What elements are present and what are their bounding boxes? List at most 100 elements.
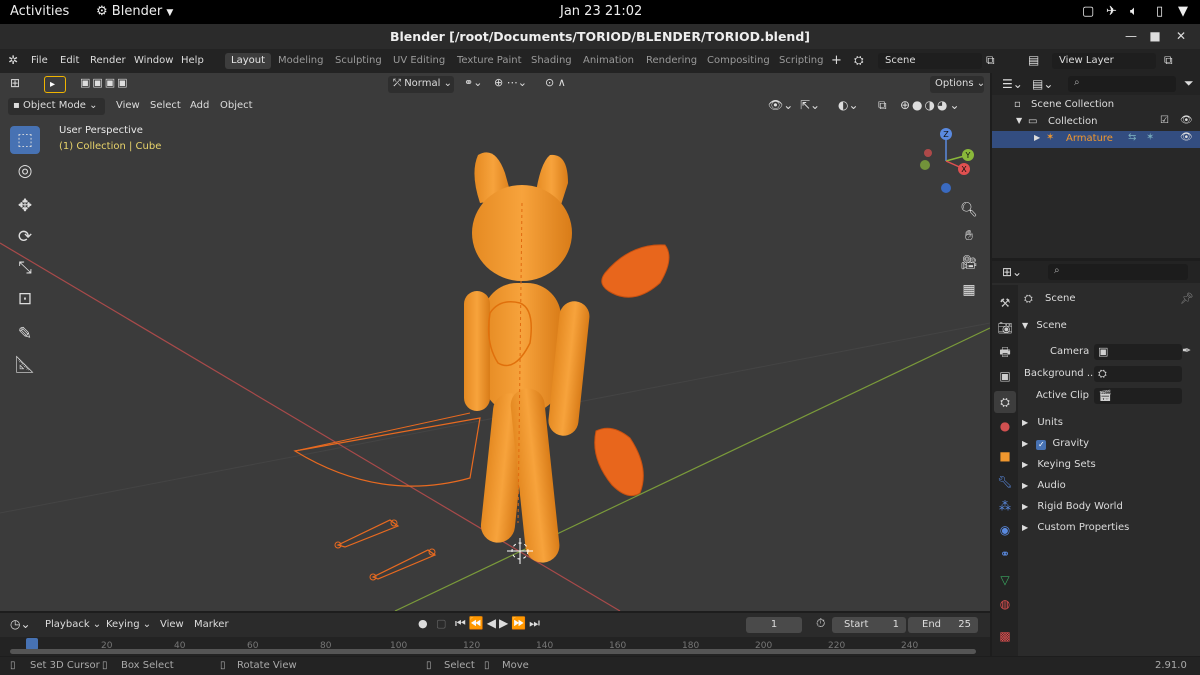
physics-tab-icon[interactable]: ◉ [994,519,1016,541]
annotate-tool[interactable]: ✎ [10,320,40,348]
eye-icon[interactable]: 👁︎ [1180,132,1193,143]
add-workspace-icon[interactable]: + [831,53,842,68]
menu-select[interactable]: Select [150,100,181,111]
select-box-tool[interactable]: ⬚ [10,126,40,154]
current-frame-field[interactable]: 1 [746,617,802,633]
copy-scene-icon[interactable]: ⧉ [986,53,995,68]
scene-tab-icon[interactable]: ⛭ [994,391,1016,413]
particles-tab-icon[interactable]: ⁂ [994,495,1016,517]
expand-arrow-icon[interactable]: ▶ [1034,133,1040,142]
properties-search-input[interactable]: ⌕ [1048,264,1188,280]
texture-tab-icon[interactable]: ▩ [994,625,1016,647]
tab-layout[interactable]: Layout [225,53,271,69]
mode-dropdown[interactable]: ▪ Object Mode ⌄ [8,98,105,115]
modifier-tab-icon[interactable]: 🔧︎ [994,471,1016,493]
record-icon[interactable]: ● [418,617,428,630]
view-layer-tab-icon[interactable]: ▣ [994,365,1016,387]
active-clip-field[interactable]: 🎬︎ [1094,388,1182,404]
close-button[interactable]: ✕ [1174,29,1188,43]
background-field[interactable]: ⛭ [1094,366,1182,382]
options-dropdown[interactable]: Options ⌄ [930,76,985,93]
constraints-tab-icon[interactable]: ⚭ [994,543,1016,565]
playback-controls[interactable]: ⏮⏪◀▶⏩⏭ [455,616,543,631]
select-mode-icon[interactable]: ▸ [44,76,66,93]
view-layer-icon[interactable]: ▤ [1028,53,1039,67]
tab-modeling[interactable]: Modeling [272,53,330,69]
checkbox-icon[interactable]: ☑ [1160,115,1169,126]
menu-marker[interactable]: Marker [194,619,229,630]
tree-scene-collection[interactable]: ▫ Scene Collection [992,97,1200,114]
timeline-scrollbar[interactable] [10,649,976,654]
camera-field[interactable]: ▣ [1094,344,1182,360]
render-tab-icon[interactable]: 📷︎ [994,317,1016,339]
copy-view-layer-icon[interactable]: ⧉ [1164,53,1173,68]
menu-view[interactable]: View [116,100,140,111]
tree-collection[interactable]: ▼ ▭ Collection ☑ 👁︎ [992,114,1200,131]
activities-button[interactable]: Activities [10,4,69,19]
start-frame-field[interactable]: Start 1 [832,617,906,633]
screen-icon[interactable]: ▢ [1082,4,1094,19]
3d-viewport[interactable]: ⊞ ▸ ▣▣▣▣ ⤱ Normal ⌄ ⚭⌄ ⊕ ⋯⌄ ⊙ ∧ Options … [0,73,990,611]
custom-properties-panel-header[interactable]: ▶ Custom Properties [1022,522,1129,533]
preview-range-icon[interactable]: ⏱ [816,616,825,631]
scene-icon[interactable]: ⛭ [854,53,864,68]
tool-tab-icon[interactable]: ⚒ [994,292,1016,314]
menu-add[interactable]: Add [190,100,209,111]
scale-tool[interactable]: ⤡ [10,254,40,282]
menu-object[interactable]: Object [220,100,253,111]
object-tab-icon[interactable]: ■ [994,445,1016,467]
shading-mode-icons[interactable]: ⊕●◑◕⌄ [900,98,962,112]
eyedropper-icon[interactable]: ✒ [1182,344,1191,357]
selection-mode-icons[interactable]: ▣▣▣▣ [80,76,130,89]
data-tab-icon[interactable]: ▽ [994,569,1016,591]
tab-scripting[interactable]: Scripting [773,53,829,69]
menu-help[interactable]: Help [181,55,204,66]
filter-icon[interactable]: ⏷ [1184,76,1194,91]
app-menu[interactable]: ⚙ Blender ▼ [96,4,173,19]
outliner-editor-icon[interactable]: ☰⌄ [1002,77,1023,91]
measure-tool[interactable]: 📐︎ [10,351,40,379]
maximize-button[interactable]: ■ [1148,29,1162,43]
volume-icon[interactable]: 🔈︎ [1130,4,1138,19]
battery-icon[interactable]: ▯ [1156,4,1163,19]
tab-animation[interactable]: Animation [577,53,640,69]
end-frame-field[interactable]: End 25 [908,617,978,633]
material-tab-icon[interactable]: ◍ [994,593,1016,615]
outliner-search-input[interactable]: ⌕ [1068,76,1176,92]
gravity-panel-header[interactable]: ▶ ✓ Gravity [1022,438,1089,450]
timeline-editor-icon[interactable]: ◷⌄ [10,617,31,631]
keying-sets-panel-header[interactable]: ▶ Keying Sets [1022,459,1096,470]
rotate-tool[interactable]: ⟳ [10,223,40,251]
minimize-button[interactable]: — [1124,29,1138,43]
tab-uv-editing[interactable]: UV Editing [387,53,451,69]
display-mode-icon[interactable]: ▤⌄ [1032,77,1053,91]
output-tab-icon[interactable]: 🖶︎ [994,341,1016,363]
scene-panel-header[interactable]: ▼ Scene [1022,320,1067,331]
proportional-edit-icon[interactable]: ⊙ ∧ [545,76,566,89]
transform-tool[interactable]: ⊡ [10,285,40,313]
menu-playback[interactable]: Playback ⌄ [45,619,101,630]
units-panel-header[interactable]: ▶ Units [1022,417,1063,428]
menu-keying[interactable]: Keying ⌄ [106,619,151,630]
power-menu-icon[interactable]: ▼ [1178,4,1188,19]
tree-armature[interactable]: ▶ ✶ Armature ⇆ ✶ 👁︎ [992,131,1200,148]
tab-shading[interactable]: Shading [525,53,578,69]
visibility-icon[interactable]: 👁︎⌄ [768,98,793,112]
menu-window[interactable]: Window [134,55,173,66]
airplane-mode-icon[interactable]: ✈ [1106,4,1117,19]
world-tab-icon[interactable]: ● [994,415,1016,437]
tab-texture-paint[interactable]: Texture Paint [451,53,528,69]
tab-sculpting[interactable]: Sculpting [329,53,388,69]
menu-timeline-view[interactable]: View [160,619,184,630]
auto-key-options-icon[interactable]: ▢ [436,617,446,630]
zoom-icon[interactable]: 🔍︎ [957,198,981,222]
rigid-body-world-panel-header[interactable]: ▶ Rigid Body World [1022,501,1123,512]
tab-compositing[interactable]: Compositing [701,53,776,69]
editor-type-icon[interactable]: ⊞ [10,76,20,90]
properties-editor-icon[interactable]: ⊞⌄ [1002,265,1022,279]
audio-panel-header[interactable]: ▶ Audio [1022,480,1066,491]
pivot-icon[interactable]: ⚭⌄ [464,76,482,89]
move-tool[interactable]: ✥ [10,192,40,220]
gizmo-toggle-icon[interactable]: ⇱⌄ [800,98,820,112]
viewport-scene[interactable] [0,73,990,611]
